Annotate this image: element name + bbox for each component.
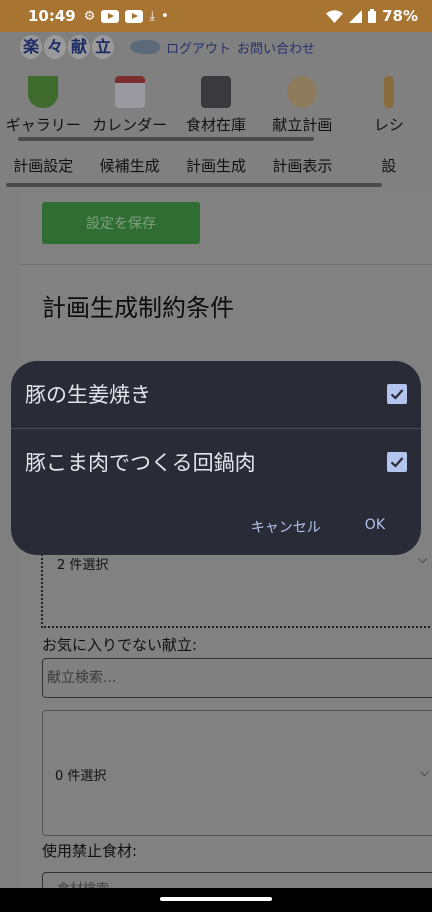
- status-bar: 10:49 ⚙ ⤓ • 78%: [0, 0, 432, 32]
- salad-icon: [28, 76, 59, 108]
- checkbox-checked-icon[interactable]: [387, 384, 407, 404]
- section-title: 計画生成制約条件: [42, 294, 234, 322]
- selected-count: 0 件選択: [55, 769, 107, 784]
- dialog-actions: キャンセル OK: [251, 511, 421, 543]
- chevron-down-icon: ⌵: [417, 552, 427, 566]
- nav-scrollbar[interactable]: [18, 137, 314, 141]
- chevron-down-icon: ⌵: [419, 765, 429, 779]
- ok-button[interactable]: OK: [365, 511, 385, 543]
- nav-label: 献立計画: [272, 116, 333, 134]
- dialog-option[interactable]: 豚こま肉でつくる回鍋肉: [11, 429, 421, 495]
- logo-char: 立: [92, 35, 114, 59]
- logout-link[interactable]: ログアウト: [166, 38, 231, 57]
- system-navigation-bar: [0, 888, 432, 912]
- home-handle[interactable]: [160, 897, 272, 901]
- contact-link[interactable]: お問い合わせ: [237, 38, 315, 57]
- calendar-icon: [114, 76, 145, 108]
- logo-char: 楽: [20, 35, 42, 59]
- signal-icon: [349, 9, 363, 23]
- logo-char: 献: [68, 35, 90, 59]
- chef-icon: [287, 76, 318, 108]
- battery-level: 78%: [382, 7, 418, 25]
- nav-label: 食材在庫: [186, 116, 247, 134]
- app-logo[interactable]: 楽 々 献 立: [20, 35, 114, 59]
- tab-plan-generation[interactable]: 計画生成: [173, 155, 259, 176]
- tab-candidate-generation[interactable]: 候補生成: [86, 155, 172, 176]
- download-status-icon: ⤓: [149, 8, 156, 24]
- wifi-icon: [326, 9, 344, 23]
- cabinet-icon: [201, 76, 232, 108]
- youtube-status-icon: [101, 9, 120, 23]
- app-header: 楽 々 献 立 ログアウト お問い合わせ: [0, 32, 432, 62]
- option-label: 豚の生姜焼き: [25, 383, 151, 407]
- checkbox-checked-icon[interactable]: [387, 452, 407, 472]
- unfavorite-select[interactable]: 0 件選択 ⌵: [42, 710, 432, 836]
- fish-icon: [130, 40, 160, 54]
- settings-status-icon: ⚙: [83, 8, 96, 24]
- status-time: 10:49: [28, 7, 76, 25]
- ingredient-search-input[interactable]: 食材検索: [42, 872, 432, 888]
- youtube-status-icon-2: [125, 9, 144, 23]
- menu-search-input[interactable]: 献立検索...: [42, 658, 432, 698]
- selected-count: 2 件選択: [57, 558, 109, 573]
- tab-plan-display[interactable]: 計画表示: [259, 155, 345, 176]
- nav-label: ギャラリー: [5, 116, 81, 134]
- subnav-scrollbar[interactable]: [6, 183, 382, 187]
- divider: [20, 264, 432, 265]
- scroll-icon: [383, 76, 394, 108]
- logo-char: 々: [44, 35, 66, 59]
- nav-label: カレンダー: [92, 116, 168, 134]
- option-label: 豚こま肉でつくる回鍋肉: [25, 451, 256, 475]
- save-settings-button[interactable]: 設定を保存: [42, 202, 200, 244]
- banned-ingredients-label: 使用禁止食材:: [42, 842, 138, 860]
- nav-label: レシ: [373, 116, 404, 134]
- dot-status-icon: •: [161, 8, 169, 24]
- dialog-option[interactable]: 豚の生姜焼き: [11, 361, 421, 427]
- unfavorite-label: お気に入りでない献立:: [42, 636, 198, 654]
- sub-nav: 計画設定 候補生成 計画生成 計画表示 設: [0, 142, 432, 188]
- battery-icon: [368, 9, 377, 23]
- multi-select-dialog: 豚の生姜焼き 豚こま肉でつくる回鍋肉 キャンセル OK: [11, 361, 421, 555]
- tab-settings[interactable]: 設: [346, 155, 432, 176]
- cancel-button[interactable]: キャンセル: [251, 511, 321, 543]
- tab-plan-settings[interactable]: 計画設定: [0, 155, 86, 176]
